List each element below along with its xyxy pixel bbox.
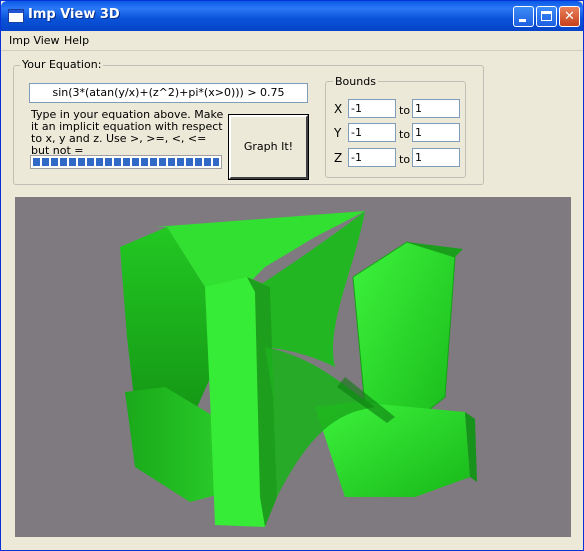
x-min-input[interactable]: -1 [348, 99, 396, 118]
z-max-input[interactable]: 1 [412, 148, 460, 167]
bounds-group-label: Bounds [333, 75, 378, 88]
equation-help-text: Type in your equation above. Make it an … [31, 108, 224, 157]
menu-help[interactable]: Help [64, 34, 89, 47]
z-min-input[interactable]: -1 [348, 148, 396, 167]
graph-it-label: Graph It! [243, 140, 294, 153]
implicit-surface-render [120, 211, 477, 527]
y-min-input[interactable]: -1 [348, 123, 396, 142]
minimize-button[interactable] [513, 6, 534, 27]
bound-z-label: Z [334, 151, 343, 165]
menu-divider [1, 50, 583, 51]
x-max-input[interactable]: 1 [412, 99, 460, 118]
maximize-button[interactable] [536, 6, 557, 27]
menu-imp-view[interactable]: Imp View [9, 34, 60, 47]
app-window: Imp View 3D ✕ Imp View Help Your Equatio… [0, 0, 584, 551]
bound-y-label: Y [334, 126, 342, 140]
3d-viewport[interactable] [15, 197, 571, 537]
bound-x-label: X [334, 102, 343, 116]
progress-fill [33, 158, 219, 166]
x-to-label: to [399, 104, 411, 117]
graph-progress-bar [30, 155, 222, 169]
maximize-icon [541, 11, 552, 21]
y-to-label: to [399, 128, 411, 141]
window-title: Imp View 3D [28, 7, 120, 22]
graph-it-button[interactable]: Graph It! [228, 114, 309, 180]
minimize-icon [519, 19, 526, 22]
window-icon[interactable] [8, 9, 24, 23]
title-bar[interactable]: Imp View 3D ✕ [1, 1, 583, 31]
y-max-input[interactable]: 1 [412, 123, 460, 142]
menu-bar: Imp View Help [1, 31, 583, 50]
equation-input[interactable]: sin(3*(atan(y/x)+(z^2)+pi*(x>0))) > 0.75 [29, 83, 308, 103]
close-icon: ✕ [564, 9, 575, 24]
close-button[interactable]: ✕ [559, 6, 580, 27]
z-to-label: to [399, 153, 411, 166]
equation-group-label: Your Equation: [20, 58, 104, 71]
